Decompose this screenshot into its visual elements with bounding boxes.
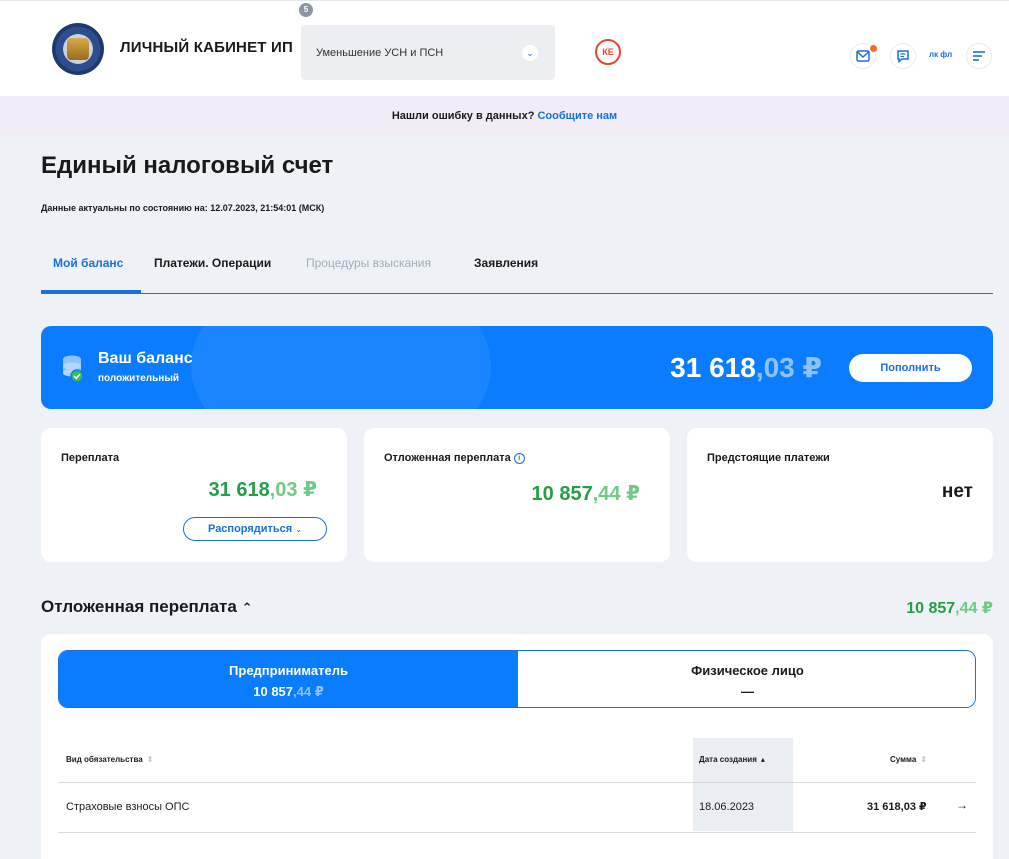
row-date: 18.06.2023 (693, 783, 793, 831)
notification-dot (870, 45, 877, 52)
switch-entrepreneur-label: Предприниматель (229, 663, 348, 678)
decorative-swirl (191, 326, 491, 409)
overpayment-label: Переплата (61, 452, 120, 464)
deferred-section-toggle[interactable]: Отложенная переплата ⌃ (41, 597, 252, 617)
deferred-panel: Предприниматель 10 857,44 ₽ Физическое л… (41, 634, 993, 859)
col-header-type[interactable]: Вид обязательства ⇕ (66, 738, 153, 782)
mail-icon (856, 50, 870, 62)
fns-logo[interactable] (52, 23, 104, 75)
balance-amount-int: 31 618 (670, 352, 756, 383)
chat-button[interactable] (890, 43, 916, 69)
report-link[interactable]: Сообщите нам (537, 110, 617, 122)
switch-individual-label: Физическое лицо (691, 663, 804, 678)
tab-payments[interactable]: Платежи. Операции (154, 256, 271, 270)
balance-card: Ваш баланс положительный 31 618,03 ₽ Поп… (41, 326, 993, 409)
balance-status: положительный (98, 373, 180, 384)
col-header-sum[interactable]: Сумма ⇕ (890, 738, 927, 782)
chevron-up-icon: ⌃ (241, 600, 253, 615)
topup-button[interactable]: Пополнить (849, 354, 972, 382)
switch-entrepreneur-amount-int: 10 857 (253, 684, 294, 699)
tab-collection[interactable]: Процедуры взыскания (306, 256, 431, 270)
col-header-date-label: Дата создания (699, 755, 757, 764)
hamburger-menu-icon (973, 51, 985, 61)
deferred-overpayment-card: Отложенная переплата i 10 857,44 ₽ (364, 428, 670, 562)
balance-amount-frac: ,03 ₽ (755, 352, 822, 383)
chat-icon (897, 50, 909, 63)
chevron-down-icon: ⌄ (295, 525, 302, 534)
eagle-emblem-icon (67, 38, 89, 60)
deferred-section-amount-int: 10 857 (906, 600, 956, 617)
row-divider (58, 832, 976, 833)
row-sum: 31 618,03 ₽ (867, 801, 927, 813)
row-type: Страховые взносы ОПС (66, 801, 190, 813)
switch-entrepreneur[interactable]: Предприниматель 10 857,44 ₽ (59, 651, 518, 707)
switch-individual-value: — (741, 684, 754, 699)
deferred-overpayment-amount: 10 857,44 ₽ (532, 481, 640, 506)
data-updated-timestamp: Данные актуальны по состоянию на: 12.07.… (41, 203, 325, 213)
deferred-section-amount: 10 857,44 ₽ (906, 598, 993, 618)
overpayment-amount: 31 618,03 ₽ (209, 477, 317, 502)
error-report-banner: Нашли ошибку в данных? Сообщите нам (0, 96, 1009, 136)
sort-up-icon: ▴ (760, 755, 765, 764)
balance-title: Ваш баланс (98, 350, 193, 367)
col-header-sum-label: Сумма (890, 755, 917, 764)
app-title[interactable]: ЛИЧНЫЙ КАБИНЕТ ИП (120, 39, 293, 56)
page-title: Единый налоговый счет (41, 152, 334, 179)
dispose-button[interactable]: Распорядиться ⌄ (183, 517, 327, 541)
upcoming-payments-label: Предстоящие платежи (707, 452, 830, 464)
balance-amount: 31 618,03 ₽ (670, 351, 822, 384)
entity-switch: Предприниматель 10 857,44 ₽ Физическое л… (58, 650, 976, 708)
deferred-overpayment-label-text: Отложенная переплата (384, 452, 511, 464)
select-counter-badge: 5 (299, 3, 313, 17)
tab-applications[interactable]: Заявления (474, 256, 538, 270)
banner-text: Нашли ошибку в данных? (391, 110, 535, 122)
upcoming-payments-value: нет (941, 481, 973, 502)
info-icon[interactable]: i (513, 453, 525, 464)
switch-entrepreneur-amount: 10 857,44 ₽ (59, 684, 518, 700)
deferred-section-title: Отложенная переплата (41, 597, 237, 616)
ke-badge[interactable]: КЕ (595, 39, 621, 65)
menu-button[interactable] (966, 43, 992, 69)
overpayment-amount-int: 31 618 (208, 479, 270, 501)
deferred-overpayment-label: Отложенная переплата i (384, 452, 525, 464)
switch-individual[interactable]: Физическое лицо — (518, 651, 975, 707)
deferred-amount-int: 10 857 (531, 483, 593, 505)
overpayment-card: Переплата 31 618,03 ₽ Распорядиться ⌄ (41, 428, 347, 562)
mode-select[interactable]: Уменьшение УСН и ПСН ⌄ (301, 25, 555, 80)
arrow-right-icon[interactable]: → (956, 783, 968, 827)
switch-entrepreneur-amount-frac: ,44 ₽ (293, 684, 324, 699)
deferred-amount-frac: ,44 ₽ (592, 483, 640, 505)
mode-select-value: Уменьшение УСН и ПСН (316, 47, 444, 59)
lk-fl-link[interactable]: лк фл (929, 50, 952, 59)
deferred-section-amount-frac: ,44 ₽ (955, 600, 993, 617)
dispose-button-label: Распорядиться (208, 523, 293, 535)
chevron-down-icon: ⌄ (522, 45, 538, 61)
sort-icon: ⇕ (146, 755, 154, 764)
col-header-type-label: Вид обязательства (66, 755, 143, 764)
col-header-date[interactable]: Дата создания ▴ (693, 738, 793, 782)
coins-check-icon (63, 355, 84, 383)
tabs-bar: Мой баланс Платежи. Операции Процедуры в… (41, 256, 993, 294)
overpayment-amount-frac: ,03 ₽ (269, 479, 317, 501)
header-divider (58, 782, 976, 783)
sort-icon: ⇕ (920, 755, 928, 764)
active-tab-indicator (41, 290, 141, 293)
upcoming-payments-card: Предстоящие платежи нет (687, 428, 993, 562)
top-header: ЛИЧНЫЙ КАБИНЕТ ИП 5 Уменьшение УСН и ПСН… (0, 0, 1009, 96)
tab-my-balance[interactable]: Мой баланс (53, 256, 123, 270)
